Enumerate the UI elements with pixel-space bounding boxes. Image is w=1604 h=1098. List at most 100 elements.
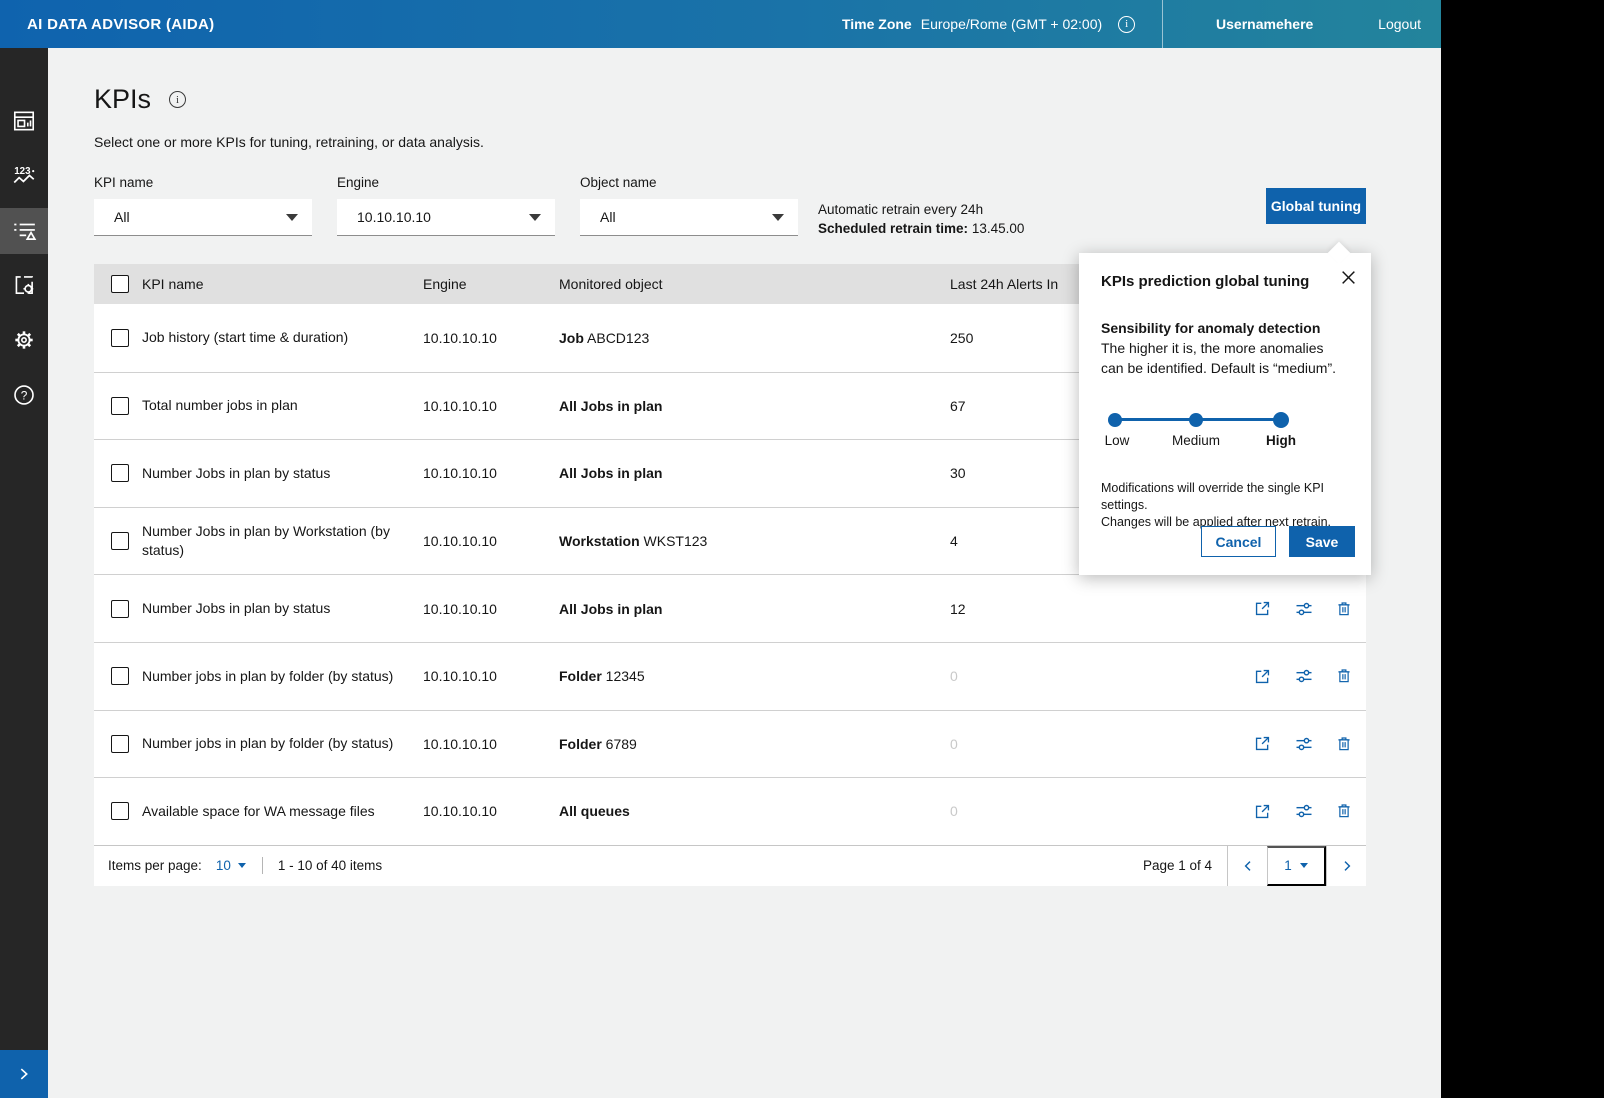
open-details-icon[interactable] xyxy=(1253,801,1273,821)
row-object-type: Folder xyxy=(559,736,602,752)
column-monitored-object: Monitored object xyxy=(559,276,950,292)
row-kpi-name: Number Jobs in plan by status xyxy=(142,599,423,618)
row-kpi-name: Available space for WA message files xyxy=(142,802,423,821)
row-object-type: All Jobs in plan xyxy=(559,398,662,414)
kpi-trend-icon: 123 xyxy=(11,163,37,189)
row-engine: 10.10.10.10 xyxy=(423,803,559,819)
items-per-page-select[interactable]: 10 xyxy=(216,858,246,873)
topbar-divider xyxy=(1162,0,1163,48)
sidebar-item-object-settings[interactable] xyxy=(0,262,48,308)
slider-dot-low[interactable] xyxy=(1108,413,1122,427)
table-row: Available space for WA message files 10.… xyxy=(94,777,1366,845)
sidebar-item-kpi-trends[interactable]: 123 xyxy=(0,153,48,199)
object-name-select[interactable]: All xyxy=(580,199,798,236)
filters-bar: KPI name All Engine 10.10.10.10 Object n… xyxy=(94,175,798,236)
global-tuning-popover: KPIs prediction global tuning Sensibilit… xyxy=(1079,253,1371,575)
row-kpi-name: Number jobs in plan by folder (by status… xyxy=(142,734,423,753)
global-tuning-button[interactable]: Global tuning xyxy=(1266,188,1366,224)
row-engine: 10.10.10.10 xyxy=(423,398,559,414)
slider-label-low: Low xyxy=(1105,433,1130,448)
timezone-info-icon[interactable]: i xyxy=(1118,16,1135,33)
row-checkbox[interactable] xyxy=(111,600,129,618)
row-checkbox[interactable] xyxy=(111,329,129,347)
logout-button[interactable]: Logout xyxy=(1378,16,1421,32)
tune-kpi-icon[interactable] xyxy=(1294,801,1314,821)
chevron-right-icon xyxy=(1339,858,1355,874)
tune-kpi-icon[interactable] xyxy=(1294,599,1314,619)
row-monitored-object: Folder 12345 xyxy=(559,668,950,684)
kpis-info-icon[interactable]: i xyxy=(169,91,186,108)
filter-label: KPI name xyxy=(94,175,312,190)
filter-label: Object name xyxy=(580,175,798,190)
row-checkbox[interactable] xyxy=(111,735,129,753)
sidebar-item-help[interactable]: ? xyxy=(0,372,48,418)
row-checkbox[interactable] xyxy=(111,397,129,415)
slider-dot-medium[interactable] xyxy=(1189,413,1203,427)
previous-page-button[interactable] xyxy=(1227,846,1267,886)
row-kpi-name: Number Jobs in plan by Workstation (by s… xyxy=(142,522,423,560)
page-number-select[interactable]: 1 xyxy=(1267,846,1326,886)
column-kpi-name: KPI name xyxy=(142,276,423,292)
filter-object-name: Object name All xyxy=(580,175,798,236)
slider-label-medium: Medium xyxy=(1172,433,1220,448)
items-per-page-label: Items per page: xyxy=(108,858,202,873)
open-details-icon[interactable] xyxy=(1253,666,1273,686)
sidebar-expand-button[interactable] xyxy=(0,1050,48,1098)
next-page-button[interactable] xyxy=(1326,846,1366,886)
sidebar-item-kpi-list[interactable] xyxy=(0,208,48,254)
row-object-type: Folder xyxy=(559,668,602,684)
row-object-name: WKST123 xyxy=(644,533,708,549)
delete-kpi-icon[interactable] xyxy=(1335,734,1355,754)
row-checkbox[interactable] xyxy=(111,464,129,482)
delete-kpi-icon[interactable] xyxy=(1335,599,1355,619)
close-icon[interactable] xyxy=(1338,266,1360,288)
settings-gear-icon xyxy=(11,327,37,353)
top-bar: AI DATA ADVISOR (AIDA) Time Zone Europe/… xyxy=(0,0,1441,48)
kpi-name-select[interactable]: All xyxy=(94,199,312,236)
row-checkbox[interactable] xyxy=(111,802,129,820)
save-button[interactable]: Save xyxy=(1289,526,1355,557)
app-window: AI DATA ADVISOR (AIDA) Time Zone Europe/… xyxy=(0,0,1441,1098)
row-checkbox[interactable] xyxy=(111,532,129,550)
cancel-button[interactable]: Cancel xyxy=(1201,526,1276,557)
timezone-value: Europe/Rome (GMT + 02:00) xyxy=(921,16,1102,32)
slider-dot-high[interactable] xyxy=(1273,412,1289,428)
delete-kpi-icon[interactable] xyxy=(1335,801,1355,821)
row-monitored-object: All queues xyxy=(559,803,950,819)
row-kpi-name: Total number jobs in plan xyxy=(142,396,423,415)
open-details-icon[interactable] xyxy=(1253,734,1273,754)
select-all-checkbox[interactable] xyxy=(111,275,129,293)
sensibility-slider: Low Medium High xyxy=(1101,407,1349,455)
retrain-info: Automatic retrain every 24h Scheduled re… xyxy=(818,200,1024,238)
row-object-name: ABCD123 xyxy=(587,330,649,346)
sidebar-item-dashboard[interactable] xyxy=(0,98,48,144)
items-range-text: 1 - 10 of 40 items xyxy=(278,858,382,873)
row-engine: 10.10.10.10 xyxy=(423,668,559,684)
page-title: KPIs xyxy=(94,84,151,115)
tune-kpi-icon[interactable] xyxy=(1294,666,1314,686)
pagination-divider xyxy=(262,857,263,874)
username-menu[interactable]: Usernamehere xyxy=(1187,16,1342,32)
engine-select[interactable]: 10.10.10.10 xyxy=(337,199,555,236)
row-engine: 10.10.10.10 xyxy=(423,736,559,752)
column-engine: Engine xyxy=(423,276,559,292)
engine-select-value: 10.10.10.10 xyxy=(357,209,431,225)
tune-kpi-icon[interactable] xyxy=(1294,734,1314,754)
sidebar-item-settings[interactable] xyxy=(0,317,48,363)
object-settings-icon xyxy=(11,272,37,298)
popover-title: KPIs prediction global tuning xyxy=(1079,253,1371,290)
row-engine: 10.10.10.10 xyxy=(423,330,559,346)
row-monitored-object: Job ABCD123 xyxy=(559,330,950,346)
table-row: Number Jobs in plan by status 10.10.10.1… xyxy=(94,574,1366,642)
row-object-type: Job xyxy=(559,330,584,346)
chevron-down-icon xyxy=(286,214,298,221)
retrain-time-label: Scheduled retrain time: xyxy=(818,221,968,236)
row-checkbox[interactable] xyxy=(111,667,129,685)
row-object-name: 12345 xyxy=(606,668,645,684)
delete-kpi-icon[interactable] xyxy=(1335,666,1355,686)
items-per-page-value: 10 xyxy=(216,858,231,873)
row-monitored-object: Folder 6789 xyxy=(559,736,950,752)
retrain-time-value: 13.45.00 xyxy=(972,221,1025,236)
open-details-icon[interactable] xyxy=(1253,599,1273,619)
kpi-name-select-value: All xyxy=(114,209,130,225)
